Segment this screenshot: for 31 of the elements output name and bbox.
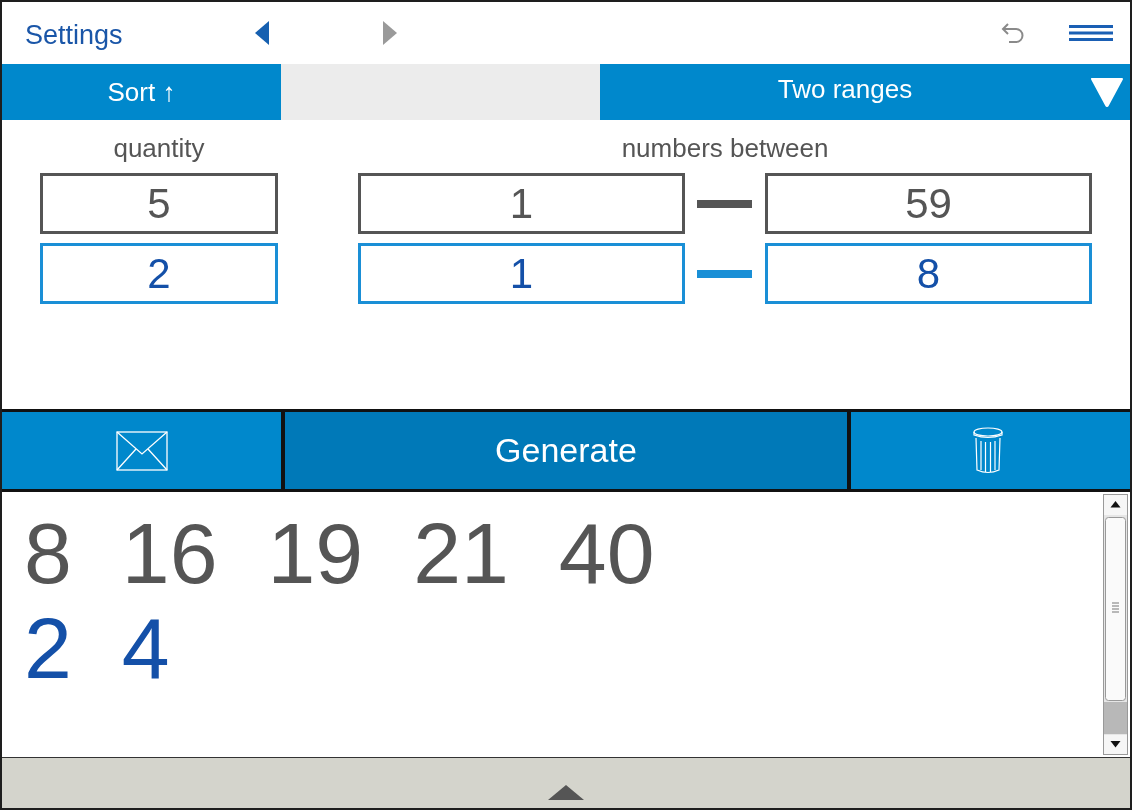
undo-icon[interactable] (1000, 21, 1026, 45)
result-number: 40 (558, 506, 655, 601)
range-end-field[interactable]: 8 (765, 243, 1092, 304)
up-triangle-icon[interactable] (548, 785, 584, 800)
caret-down-icon (1090, 77, 1124, 107)
range-end-field[interactable]: 59 (765, 173, 1092, 234)
generate-button[interactable]: Generate (281, 412, 851, 489)
dash-icon (697, 269, 752, 278)
quantity-field[interactable]: 2 (40, 243, 278, 304)
trash-icon (971, 426, 1004, 475)
range-start-field[interactable]: 1 (358, 243, 685, 304)
scrollbar[interactable] (1103, 494, 1128, 755)
result-number: 16 (121, 506, 218, 601)
left-triangle-icon[interactable] (255, 21, 269, 45)
settings-title: Settings (25, 19, 123, 51)
sort-button[interactable]: Sort ↑ (2, 64, 281, 120)
result-number: 4 (121, 601, 170, 696)
result-number: 8 (24, 506, 72, 601)
envelope-icon (115, 430, 168, 471)
menu-icon[interactable] (1069, 25, 1113, 41)
quantity-field[interactable]: 5 (40, 173, 278, 234)
result-number: 19 (267, 506, 364, 601)
range-label: numbers between (621, 133, 829, 163)
result-number: 21 (413, 506, 509, 601)
email-button[interactable] (2, 412, 281, 489)
trash-button[interactable] (851, 412, 1130, 489)
range-start-field[interactable]: 1 (358, 173, 685, 234)
dash-icon (697, 199, 752, 208)
quantity-label: quantity (113, 133, 205, 163)
result-number: 2 (24, 601, 72, 696)
mode-dropdown[interactable]: Two ranges (600, 64, 1130, 120)
